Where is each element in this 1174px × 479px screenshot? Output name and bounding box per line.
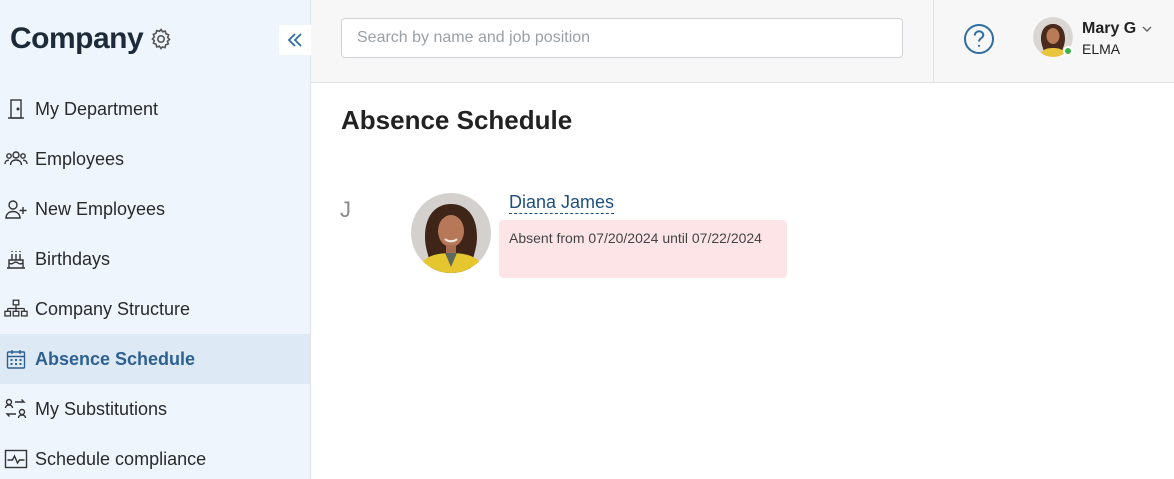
swap-icon (4, 397, 28, 421)
avatar (1033, 17, 1073, 57)
sidebar-item-label: My Department (35, 98, 159, 119)
sidebar-item-birthdays[interactable]: Birthdays (0, 234, 310, 284)
page-title: Absence Schedule (341, 105, 573, 135)
user-organization: ELMA (1082, 41, 1121, 57)
sidebar-item-new-employees[interactable]: New Employees (0, 184, 310, 234)
sidebar-title: Company (10, 22, 144, 55)
sidebar-header: Company (10, 22, 173, 56)
sidebar-item-my-department[interactable]: My Department (0, 84, 310, 134)
calendar-icon (4, 347, 28, 371)
app-root: Company My Department Employees New Empl… (0, 0, 1174, 479)
chevron-down-icon (1141, 23, 1153, 35)
sidebar-item-absence-schedule[interactable]: Absence Schedule (0, 334, 310, 384)
top-header: Mary G ELMA (311, 0, 1174, 83)
sidebar-item-employees[interactable]: Employees (0, 134, 310, 184)
group-letter: J (340, 197, 351, 222)
sidebar-item-label: Company Structure (35, 298, 191, 319)
search-input[interactable] (341, 18, 903, 58)
double-chevron-left-icon (287, 33, 302, 47)
sidebar-item-label: Absence Schedule (35, 348, 196, 369)
sidebar-nav: My Department Employees New Employees Bi… (0, 84, 310, 479)
sidebar-item-label: Birthdays (35, 248, 111, 269)
absence-period-badge: Absent from 07/20/2024 until 07/22/2024 (499, 220, 787, 278)
sidebar-item-label: New Employees (35, 198, 166, 219)
sidebar-item-schedule-compliance[interactable]: Schedule compliance (0, 434, 310, 479)
header-divider (933, 0, 934, 83)
user-name: Mary G (1082, 20, 1137, 37)
sidebar-item-my-substitutions[interactable]: My Substitutions (0, 384, 310, 434)
sidebar-item-label: My Substitutions (35, 398, 168, 419)
user-name-row: Mary G (1082, 20, 1153, 38)
door-icon (4, 97, 28, 121)
gear-icon[interactable] (149, 27, 173, 51)
org-chart-icon (4, 297, 28, 321)
sidebar-item-label: Employees (35, 148, 125, 169)
help-icon[interactable] (963, 23, 995, 55)
people-icon (4, 147, 28, 171)
online-status-indicator (1063, 46, 1073, 56)
collapse-sidebar-button[interactable] (279, 25, 311, 55)
sidebar-item-company-structure[interactable]: Company Structure (0, 284, 310, 334)
sidebar-item-label: Schedule compliance (35, 448, 207, 469)
employee-avatar[interactable] (411, 193, 491, 273)
employee-name-link[interactable]: Diana James (509, 191, 615, 214)
cake-icon (4, 247, 28, 271)
person-add-icon (4, 197, 28, 221)
user-menu[interactable]: Mary G ELMA (1033, 17, 1174, 61)
user-info: Mary G ELMA (1082, 20, 1153, 61)
sidebar: Company My Department Employees New Empl… (0, 0, 311, 479)
pulse-icon (4, 447, 28, 471)
